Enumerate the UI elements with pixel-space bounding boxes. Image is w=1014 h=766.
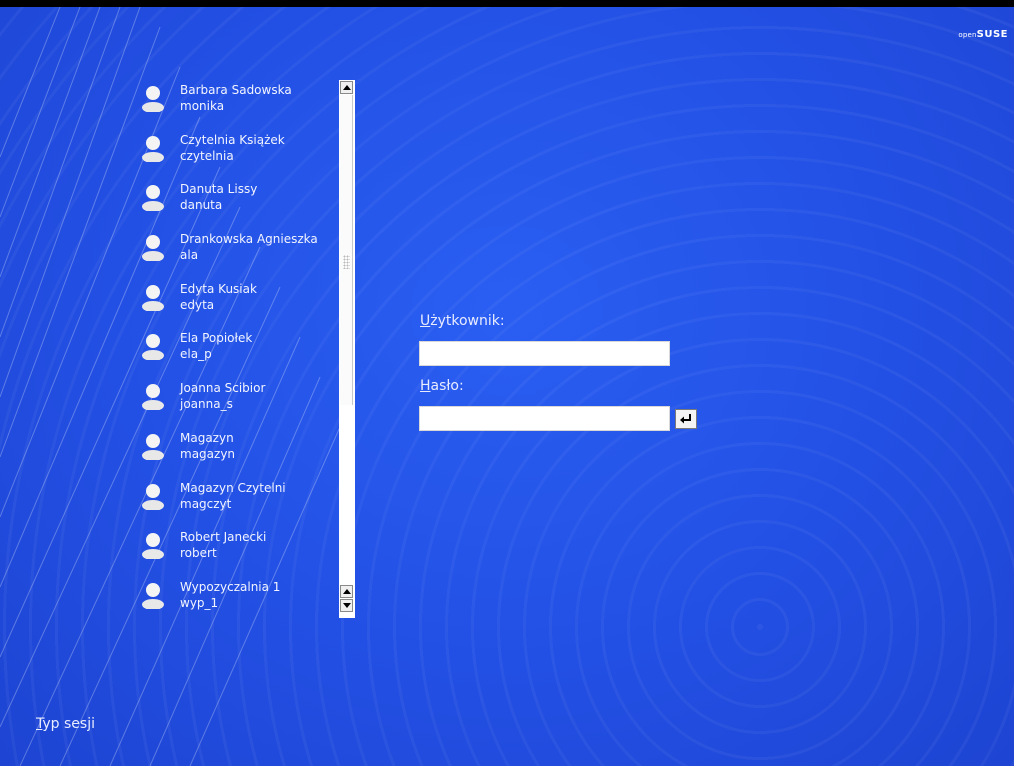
arrow-up-icon	[343, 589, 351, 594]
user-full-name: Czytelnia Książek	[180, 132, 285, 147]
user-list-scrollbar[interactable]	[339, 80, 355, 618]
arrow-up-icon	[343, 85, 351, 90]
opensuse-logo: openSUSE	[958, 29, 1008, 40]
user-list-item[interactable]: Ela Popiołek ela_p	[138, 322, 338, 372]
user-list-item[interactable]: Barbara Sadowska monika	[138, 74, 338, 124]
session-type-button[interactable]: Typ sesji	[36, 716, 95, 732]
scroll-up-button-lower[interactable]	[340, 585, 353, 598]
scroll-up-button[interactable]	[340, 81, 353, 94]
user-login-name: robert	[180, 546, 217, 561]
username-input[interactable]	[419, 341, 670, 366]
password-input[interactable]	[419, 406, 670, 431]
user-login-name: czytelnia	[180, 148, 234, 163]
user-login-name: ala	[180, 248, 199, 263]
user-icon	[142, 235, 164, 262]
user-full-name: Ela Popiołek	[180, 331, 253, 346]
user-login-name: wyp_1	[180, 595, 219, 610]
user-icon	[142, 86, 164, 112]
arrow-down-icon	[343, 603, 351, 608]
user-full-name: Edyta Kusiak	[180, 281, 257, 296]
password-label: Hasło:	[420, 378, 464, 394]
user-icon	[142, 483, 164, 510]
enter-icon	[680, 414, 691, 424]
user-list-item[interactable]: Drankowska Agnieszka ala	[138, 223, 338, 273]
login-button[interactable]	[675, 409, 697, 429]
user-full-name: Barbara Sadowska	[180, 83, 292, 97]
user-list-item[interactable]: Czytelnia Książek czytelnia	[138, 124, 338, 174]
user-icon	[142, 135, 164, 162]
user-icon	[142, 334, 164, 361]
user-full-name: Drankowska Agnieszka	[180, 232, 318, 247]
user-icon	[142, 185, 164, 212]
user-list-item[interactable]: Danuta Lissy danuta	[138, 173, 338, 223]
user-login-name: ela_p	[180, 347, 212, 362]
user-list-item[interactable]: Edyta Kusiak edyta	[138, 273, 338, 323]
user-login-name: magazyn	[180, 446, 236, 461]
user-list-item[interactable]: Magazyn magazyn	[138, 422, 338, 472]
user-login-name: edyta	[180, 297, 215, 312]
user-list-item[interactable]: Robert Janecki robert	[138, 521, 338, 571]
user-icon	[142, 433, 164, 460]
user-list-item[interactable]: Joanna Scibior joanna_s	[138, 372, 338, 422]
user-login-name: monika	[180, 99, 225, 113]
user-list-item[interactable]: Magazyn Czytelni magczyt	[138, 472, 338, 522]
user-full-name: Wypozyczalnia 1	[180, 579, 281, 594]
user-icon	[142, 284, 164, 311]
username-label: Użytkownik:	[420, 313, 505, 329]
user-list[interactable]: Barbara Sadowska monika Czytelnia Książe…	[138, 74, 338, 614]
user-login-name: joanna_s	[180, 397, 233, 412]
user-icon	[142, 582, 164, 609]
user-login-name: magczyt	[180, 496, 232, 511]
user-full-name: Magazyn Czytelni	[180, 480, 286, 495]
grip-icon	[343, 255, 350, 269]
user-full-name: Robert Janecki	[180, 530, 267, 545]
user-icon	[142, 533, 164, 560]
scroll-thumb[interactable]	[340, 95, 353, 405]
user-login-name: danuta	[180, 198, 223, 213]
user-full-name: Joanna Scibior	[180, 381, 266, 396]
user-full-name: Magazyn	[180, 430, 234, 445]
user-icon	[142, 384, 164, 411]
user-list-item[interactable]: Wypozyczalnia 1 wyp_1	[138, 571, 338, 614]
user-full-name: Danuta Lissy	[180, 182, 258, 197]
scroll-down-button[interactable]	[340, 599, 353, 612]
